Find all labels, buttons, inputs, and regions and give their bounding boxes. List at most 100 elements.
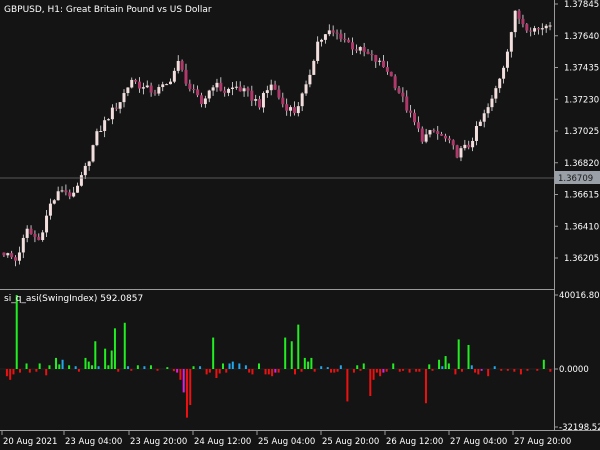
candle-body <box>397 88 401 93</box>
candle-body <box>525 24 529 31</box>
swing-index-bar <box>192 366 195 369</box>
swing-index-bar <box>542 359 545 369</box>
swing-index-bar <box>38 363 41 369</box>
candle-body <box>72 192 76 197</box>
swing-index-bar <box>15 295 18 369</box>
swing-index-bar <box>248 369 251 373</box>
price-tick-label: 1.36205 <box>564 254 599 264</box>
swing-index-bar <box>61 359 64 369</box>
candle-body <box>10 253 14 258</box>
candle-body <box>289 107 293 111</box>
candle-body <box>126 87 130 94</box>
swing-index-bar <box>444 356 447 369</box>
time-tick-label: 20 Aug 2021 <box>3 437 57 447</box>
swing-index-bar <box>9 369 12 380</box>
swing-index-bar <box>257 363 260 369</box>
candle-body <box>544 25 548 29</box>
swing-index-bar <box>330 369 333 373</box>
swing-index-bar <box>25 363 28 369</box>
candle-body <box>347 39 351 43</box>
swing-index-bar <box>313 369 316 372</box>
candle-body <box>165 84 169 86</box>
candle-body <box>474 125 478 141</box>
candle-body <box>517 10 521 19</box>
candle-body <box>246 88 250 91</box>
swing-index-bar <box>149 365 152 369</box>
candle-body <box>385 67 389 72</box>
price-tick-label: 1.36820 <box>564 159 599 169</box>
swing-index-bar <box>5 369 8 377</box>
candle-body <box>95 131 99 146</box>
candle-body <box>320 39 324 42</box>
candle-body <box>331 30 335 33</box>
candle-body <box>168 81 172 85</box>
candle-body <box>316 41 320 61</box>
swing-index-bar <box>402 369 405 371</box>
candle-body <box>87 161 91 166</box>
swing-index-bar <box>172 369 175 372</box>
swing-index-bar <box>428 364 431 369</box>
candle-body <box>467 144 471 148</box>
candle-body <box>161 84 165 88</box>
candle-body <box>548 25 552 27</box>
candle-body <box>203 98 207 105</box>
candle-body <box>292 107 296 114</box>
candle-body <box>269 84 273 91</box>
swing-index-bar <box>127 366 130 369</box>
candle-body <box>428 130 432 135</box>
swing-index-bar <box>474 369 477 373</box>
swing-index-bar <box>225 369 228 373</box>
swing-index-bar <box>136 365 139 369</box>
candle-body <box>207 90 211 99</box>
candle-body <box>134 79 138 82</box>
candle-body <box>455 145 459 158</box>
candle-body <box>413 112 416 123</box>
candle-body <box>378 60 382 62</box>
swing-index-bar <box>375 369 378 373</box>
candle-body <box>370 53 374 56</box>
swing-index-bar <box>326 367 329 369</box>
swing-index-bar <box>290 341 293 369</box>
candle-body <box>505 51 509 68</box>
candle-body <box>250 90 254 101</box>
swing-index-bar <box>176 369 179 373</box>
swing-index-bar <box>58 364 61 369</box>
swing-index-bar <box>385 369 388 372</box>
chart-window[interactable]: GBPUSD, H1: Great Britain Pound vs US Do… <box>0 0 600 450</box>
candle-body <box>440 134 444 136</box>
candle-body <box>122 93 126 103</box>
indicator-tick-label: 40016.80 <box>559 291 600 301</box>
swing-index-bar <box>441 366 444 369</box>
swing-index-bar <box>320 366 323 369</box>
swing-index-bar <box>267 369 270 375</box>
candle-body <box>281 97 285 105</box>
swing-index-bar <box>438 359 441 369</box>
candle-body <box>312 60 316 75</box>
candle-body <box>424 134 428 142</box>
candle-body <box>308 74 312 85</box>
candle <box>312 59 316 76</box>
swing-index-bar <box>199 366 202 369</box>
swing-index-bar <box>215 369 218 379</box>
swing-index-bar <box>123 322 126 369</box>
swing-index-bar <box>356 365 359 369</box>
candle-body <box>172 70 176 82</box>
candle-body <box>502 67 506 79</box>
swing-index-bar <box>519 369 522 375</box>
candle <box>393 74 397 91</box>
candle-body <box>478 121 482 126</box>
swing-index-bar <box>277 369 280 373</box>
swing-index-bar <box>110 350 113 369</box>
candle-body <box>83 165 87 176</box>
candle <box>91 144 95 163</box>
price-tick-label: 1.37435 <box>564 64 599 74</box>
swing-index-bar <box>179 369 182 380</box>
candle-body <box>463 144 467 149</box>
candle-body <box>261 93 265 108</box>
candle-body <box>296 106 300 114</box>
swing-index-bar <box>408 369 411 373</box>
swing-index-bar <box>352 369 355 373</box>
candle-body <box>110 107 114 120</box>
swing-index-bar <box>212 337 215 369</box>
swing-index-bar <box>526 369 529 371</box>
